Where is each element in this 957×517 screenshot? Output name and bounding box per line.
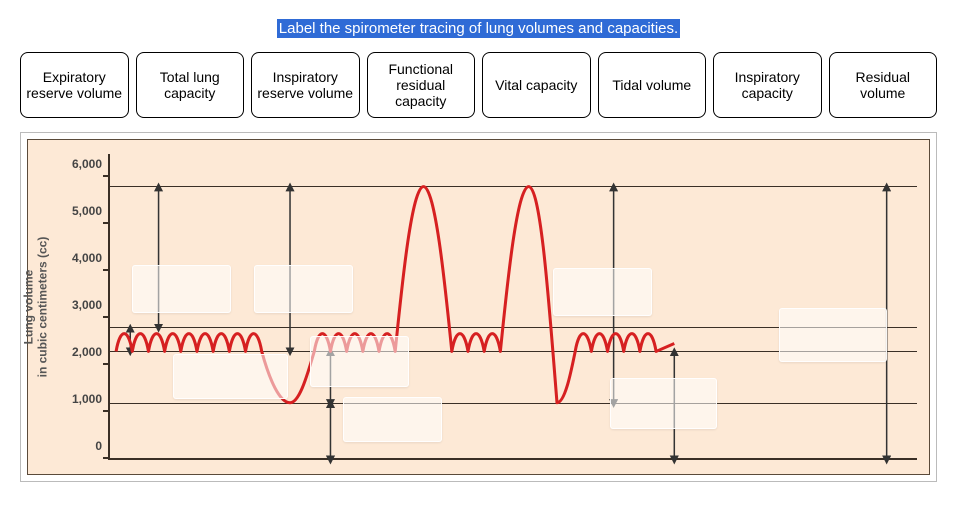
label-tile[interactable]: Tidal volume xyxy=(598,52,707,118)
label-tile[interactable]: Vital capacity xyxy=(482,52,591,118)
chart-background: Lung volume in cubic centimeters (cc) 0 … xyxy=(27,139,930,475)
drop-zone[interactable] xyxy=(310,336,409,387)
y-axis-title: Lung volume in cubic centimeters (cc) xyxy=(22,217,51,397)
drop-zone[interactable] xyxy=(779,308,886,362)
label-tile[interactable]: Inspiratory reserve volume xyxy=(251,52,360,118)
label-tile[interactable]: Residual volume xyxy=(829,52,938,118)
drop-zone[interactable] xyxy=(132,265,231,313)
drop-zone[interactable] xyxy=(343,397,442,442)
y-tick: 2,000 xyxy=(72,345,102,359)
chart-container: Lung volume in cubic centimeters (cc) 0 … xyxy=(20,132,937,482)
y-tick: 5,000 xyxy=(72,204,102,218)
label-bank: Expiratory reserve volume Total lung cap… xyxy=(20,52,937,118)
label-tile[interactable]: Expiratory reserve volume xyxy=(20,52,129,118)
y-tick: 1,000 xyxy=(72,392,102,406)
label-tile[interactable]: Inspiratory capacity xyxy=(713,52,822,118)
drop-zone[interactable] xyxy=(610,378,717,429)
y-tick: 6,000 xyxy=(72,157,102,171)
y-tick: 3,000 xyxy=(72,298,102,312)
y-tick: 4,000 xyxy=(72,251,102,265)
plot-area: 0 1,000 2,000 3,000 4,000 5,000 6,000 xyxy=(108,154,917,460)
drop-zone[interactable] xyxy=(553,268,652,316)
drop-zone[interactable] xyxy=(173,354,288,399)
y-tick: 0 xyxy=(95,439,102,453)
label-tile[interactable]: Functional residual capacity xyxy=(367,52,476,118)
label-tile[interactable]: Total lung capacity xyxy=(136,52,245,118)
drop-zone[interactable] xyxy=(254,265,353,313)
instruction-text: Label the spirometer tracing of lung vol… xyxy=(20,20,937,38)
